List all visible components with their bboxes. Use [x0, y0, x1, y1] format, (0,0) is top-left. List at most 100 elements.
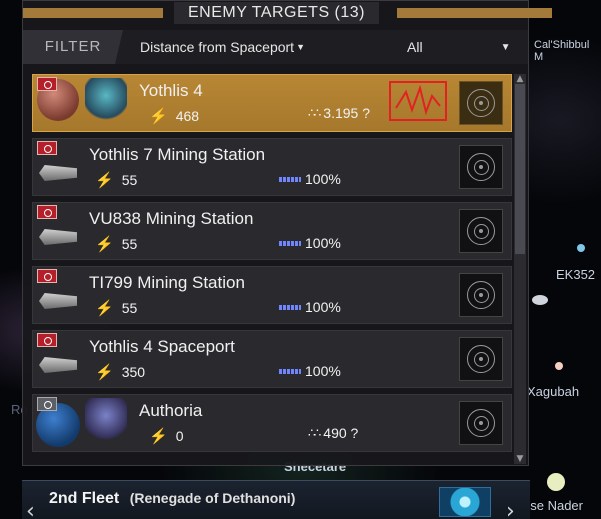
map-label-xagubah[interactable]: Xagubah: [527, 384, 579, 399]
target-population: ∴∴ 3.195 ?: [308, 105, 370, 121]
title-rule-left: [23, 8, 163, 18]
health-bar-icon: [279, 240, 301, 246]
health-value: 100%: [305, 171, 341, 187]
target-row[interactable]: Yothlis 4 Spaceport ⚡ 350 100%: [32, 330, 512, 388]
target-row[interactable]: TI799 Mining Station ⚡ 55 100%: [32, 266, 512, 324]
station-icon: [39, 293, 77, 309]
target-name: Authoria: [139, 401, 203, 420]
map-label-ek352[interactable]: EK352: [556, 267, 595, 282]
target-button[interactable]: [459, 209, 503, 253]
title-rule-right: [397, 8, 552, 18]
power-value: 55: [121, 172, 138, 188]
panel-title-bar: ENEMY TARGETS (13): [1, 1, 552, 25]
scroll-thumb[interactable]: [515, 84, 525, 254]
faction-flag-icon: [37, 77, 57, 91]
lightning-icon: ⚡: [149, 428, 168, 445]
target-row[interactable]: Authoria ⚡ 0 ∴∴ 490 ?: [32, 394, 512, 452]
target-button[interactable]: [459, 273, 503, 317]
chevron-left-icon[interactable]: ‹: [26, 499, 35, 519]
alien-avatar-icon: [85, 398, 127, 442]
station-icon: [39, 165, 77, 181]
population-icon: ∴∴: [308, 426, 321, 440]
target-button[interactable]: [459, 401, 503, 445]
scroll-down-icon[interactable]: ▼: [514, 454, 526, 464]
crosshair-icon: [467, 345, 495, 373]
health-value: 100%: [305, 235, 341, 251]
planet-dot[interactable]: [532, 295, 548, 305]
target-button[interactable]: [459, 145, 503, 189]
power-value: 55: [121, 300, 138, 316]
filter-label: FILTER: [23, 30, 123, 64]
chevron-right-icon[interactable]: ›: [506, 499, 515, 519]
type-select[interactable]: All ▼: [407, 39, 527, 55]
target-power: ⚡ 0: [149, 427, 183, 445]
crosshair-icon: [467, 281, 495, 309]
fleet-title: 2nd Fleet: [49, 490, 120, 507]
target-row[interactable]: VU838 Mining Station ⚡ 55 100%: [32, 202, 512, 260]
health-bar-icon: [279, 304, 301, 310]
station-icon: [39, 229, 77, 245]
target-button[interactable]: [459, 81, 503, 125]
lightning-icon: ⚡: [95, 172, 114, 189]
fleet-bar[interactable]: ‹ 2nd Fleet (Renegade of Dethanoni) ›: [22, 480, 530, 519]
scroll-up-icon[interactable]: ▲: [514, 74, 526, 84]
lightning-icon: ⚡: [95, 236, 114, 253]
target-name: Yothlis 4: [139, 81, 203, 100]
planet-dot[interactable]: [547, 473, 565, 491]
faction-flag-icon: [37, 397, 57, 411]
targets-list: Yothlis 4 ⚡ 468 ∴∴ 3.195 ? Yothlis 7 Min…: [32, 74, 512, 464]
map-label-nader[interactable]: ose Nader: [523, 498, 583, 513]
target-power: ⚡ 350: [95, 363, 145, 381]
population-value: 3.195 ?: [323, 105, 370, 121]
power-value: 350: [121, 364, 146, 380]
chevron-down-icon: ▼: [500, 41, 511, 53]
faction-flag-icon: [37, 205, 57, 219]
lightning-icon: ⚡: [149, 108, 168, 125]
spaceport-icon: [39, 357, 77, 373]
target-row-yothlis-4[interactable]: Yothlis 4 ⚡ 468 ∴∴ 3.195 ?: [32, 74, 512, 132]
health-bar-icon: [279, 176, 301, 182]
sort-select[interactable]: Distance from Spaceport ▼: [140, 39, 340, 55]
target-health: 100%: [279, 171, 341, 187]
sort-select-value: Distance from Spaceport: [140, 39, 295, 55]
target-health: 100%: [279, 235, 341, 251]
planet-dot[interactable]: [577, 244, 585, 252]
target-power: ⚡ 55: [95, 299, 137, 317]
power-value: 0: [175, 428, 184, 444]
power-value: 468: [175, 108, 200, 124]
target-button[interactable]: [459, 337, 503, 381]
target-name: Yothlis 7 Mining Station: [89, 145, 266, 164]
filter-bar: FILTER Distance from Spaceport ▼ All ▼: [23, 30, 528, 64]
target-name: TI799 Mining Station: [89, 273, 245, 292]
crosshair-icon: [467, 217, 495, 245]
enemy-targets-panel: ENEMY TARGETS (13) FILTER Distance from …: [22, 0, 552, 466]
crosshair-icon: [467, 409, 495, 437]
target-name: VU838 Mining Station: [89, 209, 254, 228]
fleet-emblem-icon[interactable]: [439, 487, 491, 517]
health-bar-icon: [279, 368, 301, 374]
panel-title: ENEMY TARGETS (13): [173, 2, 380, 24]
target-power: ⚡ 55: [95, 235, 137, 253]
target-power: ⚡ 468: [149, 107, 199, 125]
target-health: 100%: [279, 299, 341, 315]
target-health: 100%: [279, 363, 341, 379]
lightning-icon: ⚡: [95, 364, 114, 381]
map-label-cal[interactable]: Cal'Shibbul M: [534, 39, 601, 63]
faction-flag-icon: [37, 269, 57, 283]
planet-dot[interactable]: [555, 362, 563, 370]
lightning-icon: ⚡: [95, 300, 114, 317]
scribble-annotation-icon: [389, 81, 447, 121]
population-value: 490 ?: [323, 425, 359, 441]
population-icon: ∴∴: [308, 106, 321, 120]
power-value: 55: [121, 236, 138, 252]
crosshair-icon: [467, 153, 495, 181]
list-scrollbar[interactable]: ▲ ▼: [514, 74, 526, 464]
health-value: 100%: [305, 363, 341, 379]
target-name: Yothlis 4 Spaceport: [89, 337, 235, 356]
fleet-subtitle: (Renegade of Dethanoni): [129, 490, 296, 506]
fleet-name: 2nd Fleet (Renegade of Dethanoni): [49, 490, 295, 508]
target-population: ∴∴ 490 ?: [308, 425, 358, 441]
target-row[interactable]: Yothlis 7 Mining Station ⚡ 55 100%: [32, 138, 512, 196]
health-value: 100%: [305, 299, 341, 315]
alien-avatar-icon: [85, 78, 127, 122]
